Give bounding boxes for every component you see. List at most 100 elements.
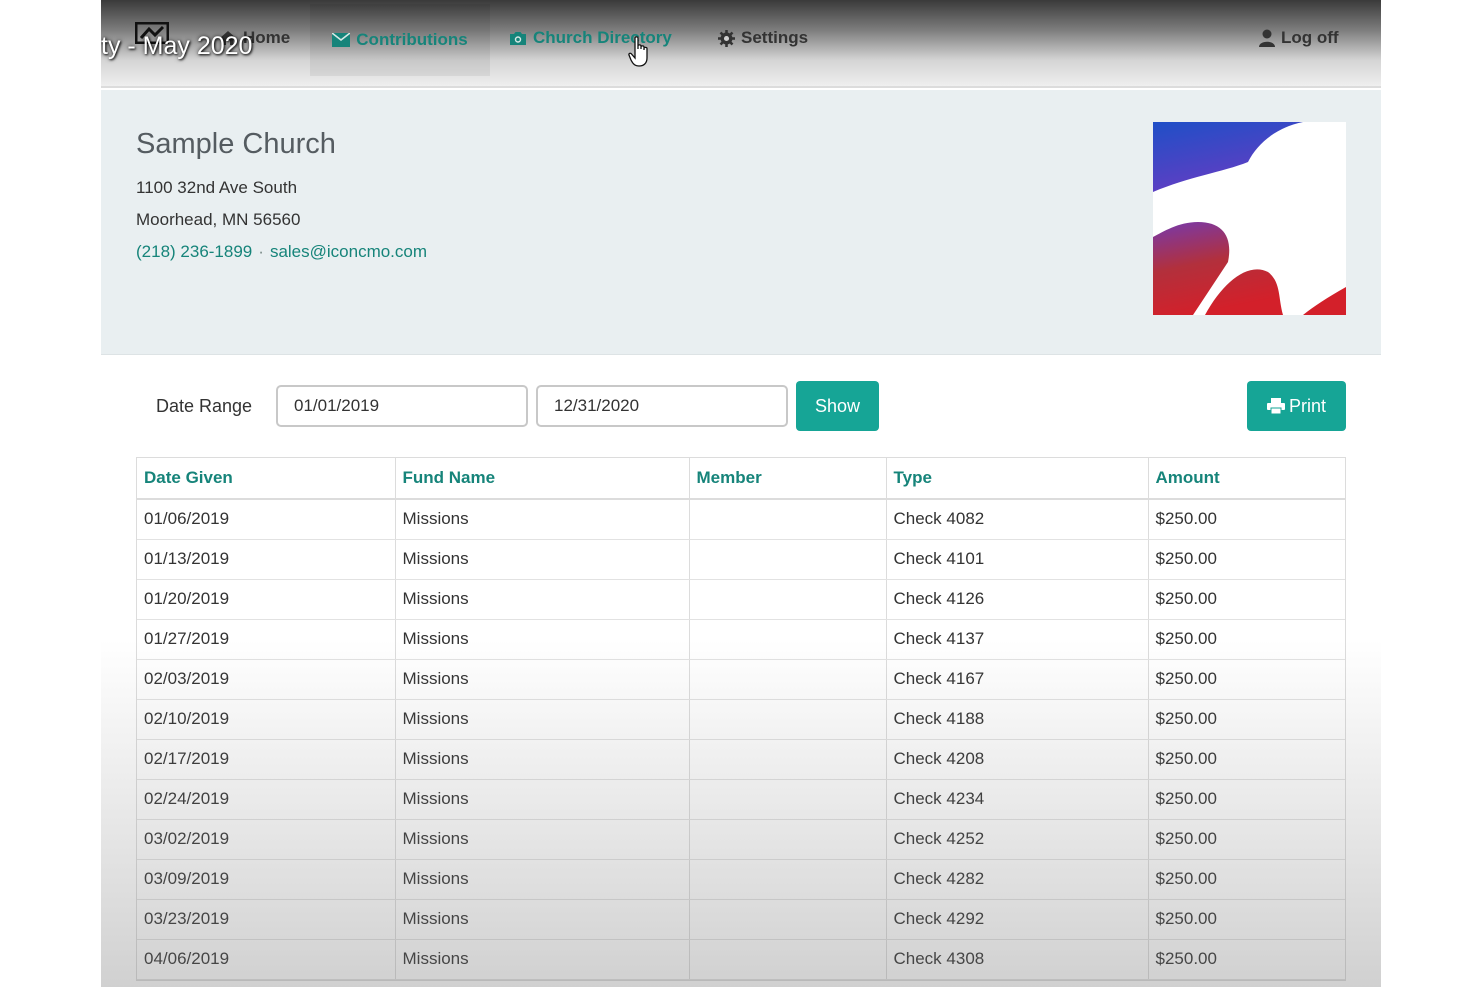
- church-address-line-2: Moorhead, MN 56560: [136, 210, 301, 229]
- cell-member: [689, 899, 887, 940]
- camera-icon: [510, 31, 526, 45]
- cell-member: [689, 619, 887, 660]
- cell-member: [689, 819, 887, 860]
- table-row: 01/06/2019 Missions Check 4082 $250.00: [137, 499, 1345, 540]
- cell-type: Check 4308: [886, 939, 1149, 980]
- cell-date-given: 01/27/2019: [137, 619, 396, 660]
- cell-fund-name: Missions: [395, 939, 690, 980]
- nav-log-off[interactable]: Log off: [1259, 0, 1339, 76]
- church-email-link[interactable]: sales@iconcmo.com: [270, 242, 427, 261]
- column-header-type[interactable]: Type: [886, 458, 1149, 500]
- cell-type: Check 4188: [886, 699, 1149, 740]
- column-header-amount[interactable]: Amount: [1148, 458, 1345, 500]
- cell-amount: $250.00: [1148, 619, 1345, 660]
- cell-date-given: 03/09/2019: [137, 859, 396, 900]
- table-row: 01/13/2019 Missions Check 4101 $250.00: [137, 539, 1345, 580]
- cell-member: [689, 659, 887, 700]
- table-row: 02/24/2019 Missions Check 4234 $250.00: [137, 779, 1345, 820]
- show-button[interactable]: Show: [796, 381, 879, 431]
- table-row: 02/03/2019 Missions Check 4167 $250.00: [137, 659, 1345, 700]
- church-logo: [1153, 122, 1346, 315]
- cell-fund-name: Missions: [395, 579, 690, 620]
- nav-settings-label: Settings: [741, 28, 809, 47]
- cell-date-given: 04/06/2019: [137, 939, 396, 980]
- top-navbar: Home Contributions Church Directory Sett…: [101, 0, 1381, 88]
- cell-fund-name: Missions: [395, 779, 690, 820]
- cell-amount: $250.00: [1148, 899, 1345, 940]
- nav-settings[interactable]: Settings: [718, 0, 808, 76]
- cell-date-given: 01/20/2019: [137, 579, 396, 620]
- cell-amount: $250.00: [1148, 579, 1345, 620]
- cell-member: [689, 859, 887, 900]
- print-button[interactable]: Print: [1247, 381, 1346, 431]
- column-header-date-given[interactable]: Date Given: [137, 458, 396, 500]
- nav-logoff-label: Log off: [1281, 28, 1339, 47]
- cell-amount: $250.00: [1148, 659, 1345, 700]
- app-window: Home Contributions Church Directory Sett…: [101, 0, 1381, 987]
- cell-fund-name: Missions: [395, 739, 690, 780]
- date-to-input[interactable]: [536, 385, 788, 427]
- cell-fund-name: Missions: [395, 699, 690, 740]
- cell-type: Check 4167: [886, 659, 1149, 700]
- church-header: Sample Church 1100 32nd Ave South Moorhe…: [101, 90, 1381, 355]
- contributions-table: Date Given Fund Name Member Type Amount 01/0…: [136, 457, 1346, 981]
- cell-fund-name: Missions: [395, 859, 690, 900]
- cell-fund-name: Missions: [395, 659, 690, 700]
- table-row: 02/10/2019 Missions Check 4188 $250.00: [137, 699, 1345, 740]
- church-phone-link[interactable]: (218) 236-1899: [136, 242, 252, 261]
- cell-amount: $250.00: [1148, 779, 1345, 820]
- table-row: 03/02/2019 Missions Check 4252 $250.00: [137, 819, 1345, 860]
- column-header-member[interactable]: Member: [689, 458, 887, 500]
- table-header-row: Date Given Fund Name Member Type Amount: [137, 458, 1345, 500]
- cell-member: [689, 579, 887, 620]
- cell-date-given: 02/24/2019: [137, 779, 396, 820]
- envelope-icon: [332, 33, 351, 47]
- cell-type: Check 4208: [886, 739, 1149, 780]
- user-icon: [1259, 29, 1275, 47]
- table-row: 01/27/2019 Missions Check 4137 $250.00: [137, 619, 1345, 660]
- cell-fund-name: Missions: [395, 899, 690, 940]
- cell-member: [689, 939, 887, 980]
- cell-amount: $250.00: [1148, 499, 1345, 540]
- date-range-label: Date Range: [156, 396, 253, 416]
- cell-fund-name: Missions: [395, 499, 690, 540]
- cell-date-given: 02/10/2019: [137, 699, 396, 740]
- cell-member: [689, 499, 887, 540]
- cell-type: Check 4126: [886, 579, 1149, 620]
- cell-date-given: 02/03/2019: [137, 659, 396, 700]
- table-row: 03/23/2019 Missions Check 4292 $250.00: [137, 899, 1345, 940]
- cell-type: Check 4292: [886, 899, 1149, 940]
- cell-date-given: 02/17/2019: [137, 739, 396, 780]
- cell-member: [689, 779, 887, 820]
- nav-contributions[interactable]: Contributions: [310, 4, 490, 76]
- cell-date-given: 01/06/2019: [137, 499, 396, 540]
- cell-fund-name: Missions: [395, 819, 690, 860]
- cell-date-given: 03/23/2019: [137, 899, 396, 940]
- cell-type: Check 4082: [886, 499, 1149, 540]
- cell-amount: $250.00: [1148, 739, 1345, 780]
- cell-type: Check 4252: [886, 819, 1149, 860]
- cell-date-given: 03/02/2019: [137, 819, 396, 860]
- cell-amount: $250.00: [1148, 939, 1345, 980]
- church-contact: (218) 236-1899 · sales@iconcmo.com: [136, 242, 427, 262]
- cell-amount: $250.00: [1148, 819, 1345, 860]
- date-from-input[interactable]: [276, 385, 528, 427]
- column-header-fund-name[interactable]: Fund Name: [395, 458, 690, 500]
- table-row: 02/17/2019 Missions Check 4208 $250.00: [137, 739, 1345, 780]
- cell-member: [689, 739, 887, 780]
- cell-member: [689, 539, 887, 580]
- print-label: Print: [1288, 395, 1326, 416]
- church-name: Sample Church: [136, 128, 336, 160]
- printer-icon: [1266, 398, 1285, 414]
- cell-type: Check 4137: [886, 619, 1149, 660]
- cell-type: Check 4282: [886, 859, 1149, 900]
- table-row: 04/06/2019 Missions Check 4308 $250.00: [137, 939, 1345, 980]
- cell-member: [689, 699, 887, 740]
- table-row: 01/20/2019 Missions Check 4126 $250.00: [137, 579, 1345, 620]
- nav-directory-label: Church Directory: [533, 28, 672, 47]
- hand-cursor-icon: [628, 36, 648, 67]
- contact-separator: ·: [258, 242, 264, 261]
- cell-type: Check 4234: [886, 779, 1149, 820]
- video-title-overlay: ty - May 2020: [101, 32, 253, 60]
- cell-amount: $250.00: [1148, 859, 1345, 900]
